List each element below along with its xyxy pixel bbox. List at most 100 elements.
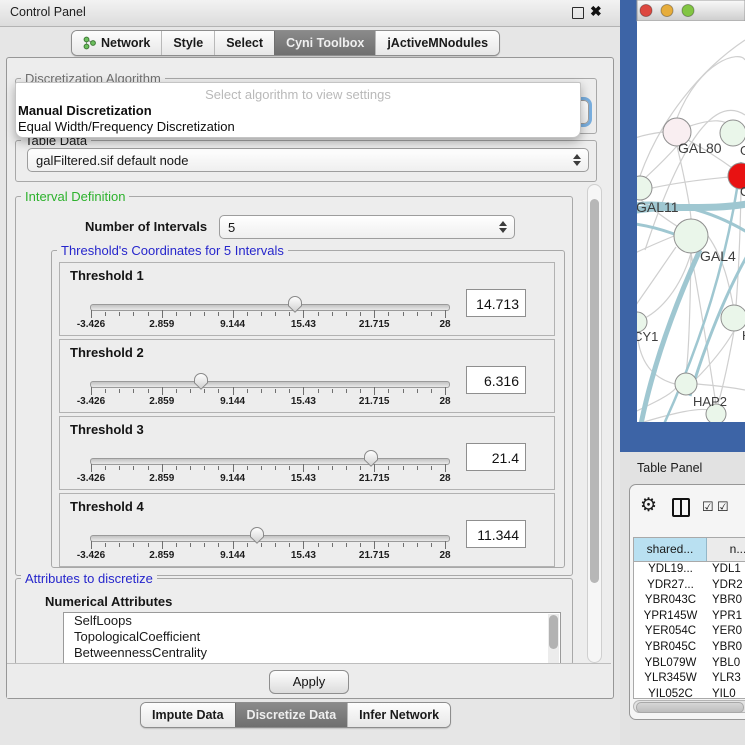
table-horizontal-scrollbar[interactable] [633, 700, 745, 713]
numerical-attributes-label: Numerical Attributes [45, 594, 172, 609]
panel-vertical-scrollbar[interactable] [587, 184, 602, 663]
tick-mark [204, 466, 205, 470]
threshold-value-input[interactable]: 14.713 [466, 289, 526, 317]
gear-icon[interactable]: ⚙ [640, 494, 657, 517]
dropdown-item-equal-width-frequency-discretization[interactable]: Equal Width/Frequency Discretization [16, 119, 580, 135]
table-cell: YPR1 [707, 609, 745, 625]
tick-mark [190, 543, 191, 547]
tab-discretize-data[interactable]: Discretize Data [235, 703, 348, 727]
scrollbar-thumb[interactable] [636, 702, 744, 713]
number-of-intervals-label: Number of Intervals [85, 219, 207, 234]
tab-style[interactable]: Style [161, 31, 214, 55]
slider-handle[interactable] [192, 372, 210, 391]
traffic-light-zoom-icon[interactable] [682, 5, 694, 17]
tick-mark [431, 543, 432, 547]
slider-track[interactable] [90, 535, 450, 542]
table-row[interactable]: YDR27...YDR2 [634, 578, 745, 594]
tick-label: 2.859 [149, 396, 174, 407]
slider-handle[interactable] [362, 449, 380, 468]
cyni-toolbox-panel: Discretization Algorithm Table Data galF… [6, 57, 614, 699]
tick-mark [445, 387, 446, 395]
tick-mark [148, 466, 149, 470]
threshold-value-input[interactable]: 11.344 [466, 520, 526, 548]
bottom-tab-bar: Impute DataDiscretize DataInfer Network [140, 702, 451, 728]
tick-mark [332, 466, 333, 470]
tick-mark [162, 310, 163, 318]
tick-mark [176, 543, 177, 547]
network-node-hap2[interactable] [675, 373, 697, 395]
checkbox-icon[interactable]: ☑ [717, 499, 729, 515]
tab-jactivemnodules[interactable]: jActiveMNodules [375, 31, 499, 55]
checkbox-icon[interactable]: ☑ [702, 499, 714, 515]
threshold-value-input[interactable]: 21.4 [466, 443, 526, 471]
tick-label: 21.715 [359, 396, 390, 407]
table-data-combobox[interactable]: galFiltered.sif default node [27, 148, 589, 172]
tab-network[interactable]: Network [72, 31, 161, 55]
column-header-1[interactable]: shared... [634, 538, 707, 561]
traffic-light-minimize-icon[interactable] [661, 5, 673, 17]
tick-mark [332, 543, 333, 547]
tick-mark [417, 543, 418, 547]
dropdown-item-manual-discretization[interactable]: Manual Discretization [16, 103, 580, 119]
tick-mark [289, 466, 290, 470]
tab-select[interactable]: Select [214, 31, 274, 55]
slider-track[interactable] [90, 458, 450, 465]
table-cell: YLR345W [634, 671, 707, 687]
close-icon[interactable]: ✖ [590, 3, 602, 20]
table-row[interactable]: YBR045CYBR0 [634, 640, 745, 656]
tab-cyni-toolbox[interactable]: Cyni Toolbox [274, 31, 375, 55]
tick-mark [445, 310, 446, 318]
slider-track[interactable] [90, 304, 450, 311]
attribute-item-topologicalcoefficient[interactable]: TopologicalCoefficient [64, 629, 560, 645]
tick-label: 15.43 [291, 550, 316, 561]
table-row[interactable]: YBR043CYBR0 [634, 593, 745, 609]
tick-label: 2.859 [149, 550, 174, 561]
numerical-attributes-list[interactable]: SelfLoopsTopologicalCoefficientBetweenne… [63, 612, 561, 665]
table-row[interactable]: YDL19...YDL1 [634, 562, 745, 578]
table-row[interactable]: YER054CYER0 [634, 624, 745, 640]
tick-label: 28 [439, 550, 450, 561]
tick-mark [388, 543, 389, 547]
top-tab-bar: NetworkStyleSelect Cyni Toolbox jActiveMNo… [71, 30, 500, 56]
network-icon [83, 36, 96, 50]
attribute-item-selfloops[interactable]: SelfLoops [64, 613, 560, 629]
threshold-label: Threshold 1 [70, 268, 144, 283]
slider-handle[interactable] [248, 526, 266, 545]
tick-mark [445, 541, 446, 549]
attribute-item-betweennesscentrality[interactable]: BetweennessCentrality [64, 645, 560, 661]
table-row[interactable]: YBL079WYBL0 [634, 656, 745, 672]
split-columns-icon[interactable] [672, 498, 690, 517]
tick-mark [148, 389, 149, 393]
table-header-row: shared...n... [634, 538, 745, 562]
tab-impute-data[interactable]: Impute Data [141, 703, 235, 727]
float-window-icon[interactable] [572, 7, 584, 19]
tick-mark [318, 466, 319, 470]
table-row[interactable]: YLR345WYLR3 [634, 671, 745, 687]
tick-mark [403, 466, 404, 470]
slider-handle[interactable] [286, 295, 304, 314]
network-view-window: GAL80GAL11GAL4GCY1HAP2GCH [620, 0, 745, 452]
threshold-value-input[interactable]: 6.316 [466, 366, 526, 394]
tab-label: Cyni Toolbox [286, 31, 364, 55]
table-cell: YER0 [707, 624, 745, 640]
table-row[interactable]: YPR145WYPR1 [634, 609, 745, 625]
tick-label: -3.426 [77, 473, 105, 484]
traffic-light-close-icon[interactable] [640, 5, 652, 17]
table-row[interactable]: YIL052CYIL0 [634, 687, 745, 699]
column-header-2[interactable]: n... [707, 538, 745, 561]
scrollbar-thumb[interactable] [590, 199, 599, 583]
tick-mark [403, 543, 404, 547]
tick-label: -3.426 [77, 396, 105, 407]
tick-mark [403, 389, 404, 393]
table-cell: YPR145W [634, 609, 707, 625]
number-of-intervals-combobox[interactable]: 5 [219, 215, 515, 239]
tick-mark [91, 387, 92, 395]
tick-mark [148, 543, 149, 547]
tick-mark [233, 387, 234, 395]
tab-infer-network[interactable]: Infer Network [347, 703, 450, 727]
table-cell: YBL0 [707, 656, 745, 672]
slider-track[interactable] [90, 381, 450, 388]
list-scrollbar[interactable] [548, 614, 559, 663]
apply-button[interactable]: Apply [269, 670, 349, 694]
table-cell: YIL0 [707, 687, 745, 699]
